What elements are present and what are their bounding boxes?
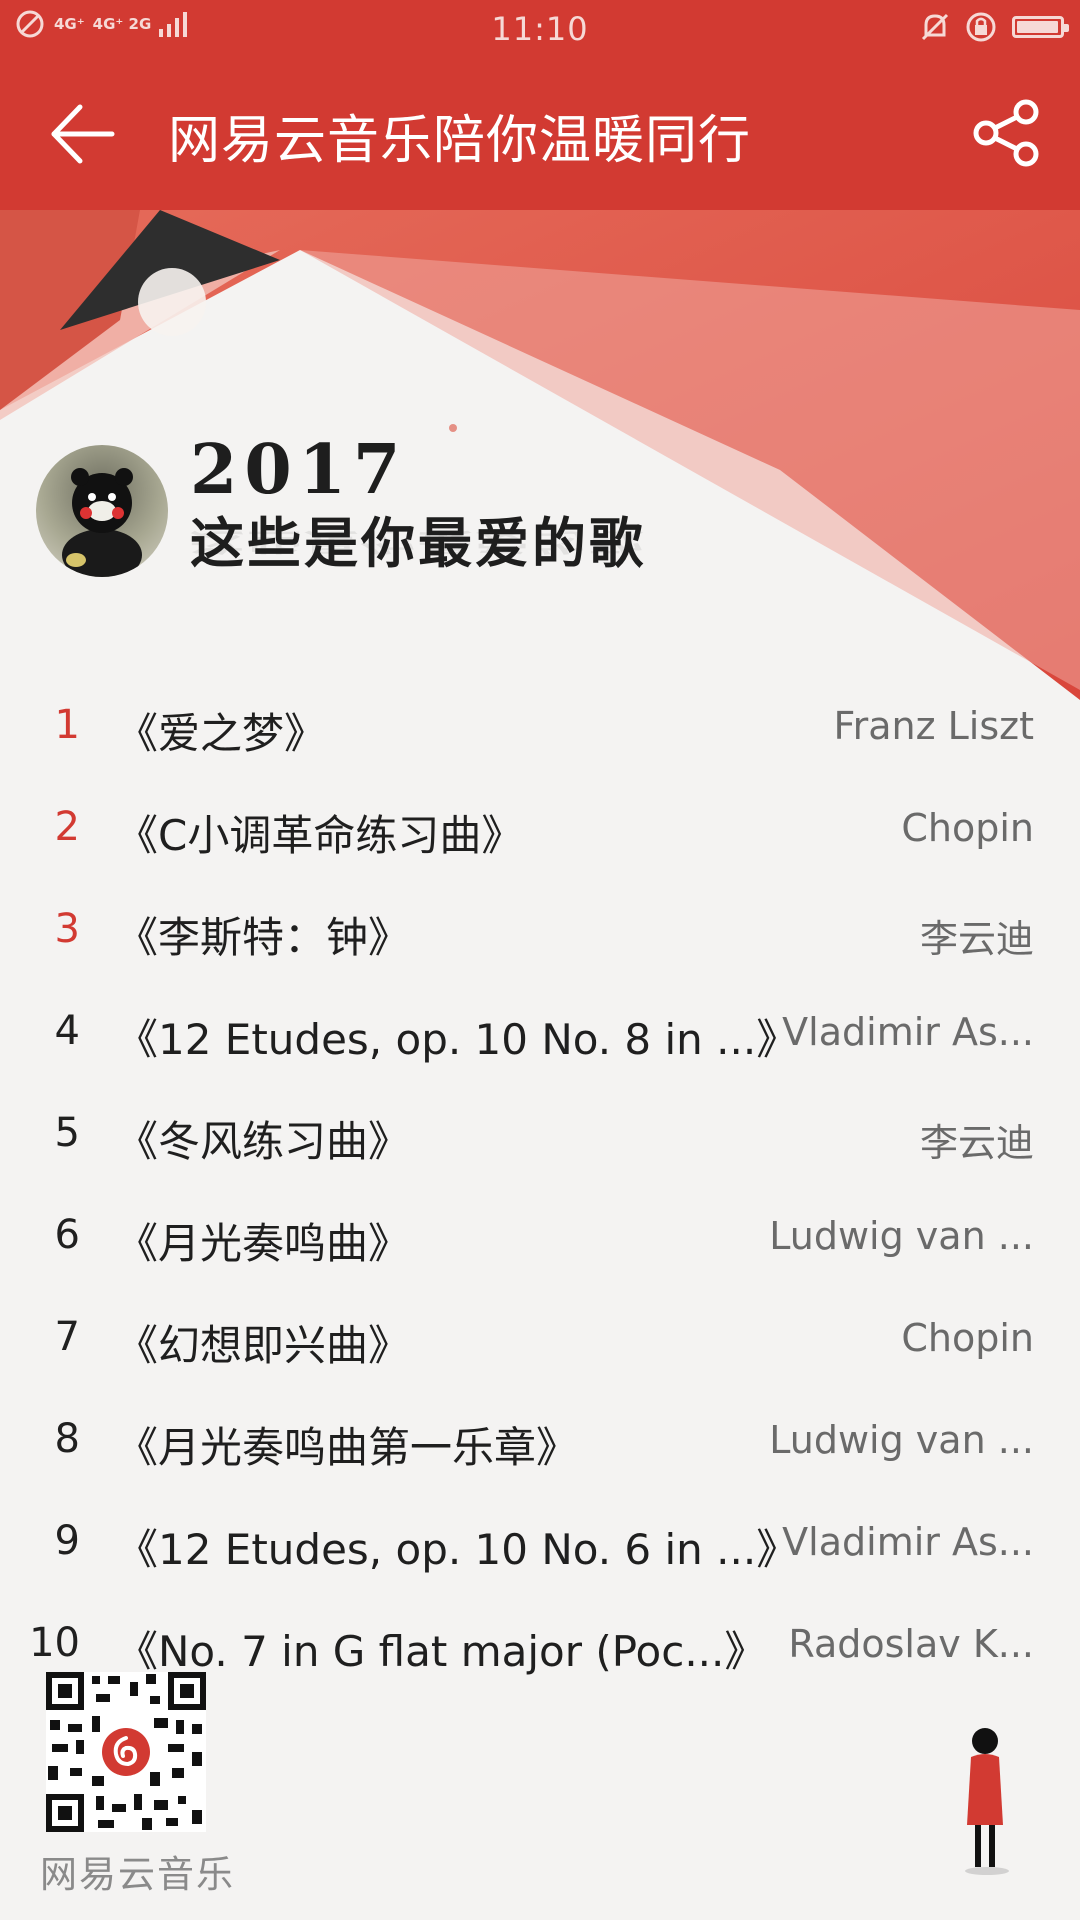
song-rank: 1 — [54, 702, 80, 748]
song-artist: Franz Liszt — [833, 704, 1034, 748]
song-row[interactable]: 7 《幻想即兴曲》 Chopin — [0, 1294, 1080, 1396]
song-rank: 9 — [54, 1518, 80, 1564]
song-title: 《12 Etudes, op. 10 No. 6 in ...》 — [116, 1525, 799, 1574]
share-button[interactable] — [972, 98, 1042, 168]
song-title: 《月光奏鸣曲第一乐章》 — [116, 1423, 579, 1472]
status-bar: 4G⁺ 4G⁺ 2G 11:10 — [0, 0, 1080, 56]
person-figure-icon — [965, 1728, 1009, 1875]
brand-name: 网易云音乐 — [40, 1853, 235, 1896]
song-artist: Vladimir As... — [782, 1520, 1034, 1564]
song-row[interactable]: 5 《冬风练习曲》 李云迪 — [0, 1090, 1080, 1192]
status-time: 11:10 — [491, 10, 589, 48]
battery-icon — [1012, 16, 1069, 38]
song-rank: 7 — [54, 1314, 80, 1360]
song-rank: 6 — [54, 1212, 80, 1258]
song-row[interactable]: 9 《12 Etudes, op. 10 No. 6 in ...》 Vladi… — [0, 1498, 1080, 1600]
song-artist: Radoslav K... — [788, 1622, 1034, 1666]
share-icon — [973, 99, 1039, 167]
qr-code-icon — [46, 1672, 206, 1832]
song-artist: Vladimir As... — [782, 1010, 1034, 1054]
mute-icon — [921, 13, 949, 41]
song-rank: 8 — [54, 1416, 80, 1462]
song-title: 《月光奏鸣曲》 — [116, 1219, 411, 1268]
song-rank: 10 — [29, 1620, 80, 1666]
title-bar: 网易云音乐陪你温暖同行 — [0, 56, 1080, 210]
rotation-lock-icon — [966, 12, 996, 42]
arrow-left-icon — [51, 104, 115, 164]
song-rank: 4 — [54, 1008, 80, 1054]
song-artist: Chopin — [901, 806, 1034, 850]
back-button[interactable] — [46, 101, 120, 167]
status-right — [920, 10, 1069, 44]
song-title: 《No. 7 in G flat major (Poc...》 — [116, 1627, 767, 1676]
song-rank: 5 — [54, 1110, 80, 1156]
song-title: 《C小调革命练习曲》 — [116, 811, 524, 860]
song-rank: 2 — [54, 804, 80, 850]
song-list: 1 《爱之梦》 Franz Liszt 2 《C小调革命练习曲》 Chopin … — [0, 682, 1080, 1702]
song-title: 《幻想即兴曲》 — [116, 1321, 411, 1370]
song-row[interactable]: 6 《月光奏鸣曲》 Ludwig van ... — [0, 1192, 1080, 1294]
song-row[interactable]: 3 《李斯特：钟》 李云迪 — [0, 886, 1080, 988]
song-rank: 3 — [54, 906, 80, 952]
song-title: 《12 Etudes, op. 10 No. 8 in ...》 — [116, 1015, 799, 1064]
song-artist: 李云迪 — [919, 917, 1034, 961]
song-artist: 李云迪 — [919, 1121, 1034, 1165]
song-title: 《冬风练习曲》 — [116, 1117, 411, 1166]
song-artist: Ludwig van ... — [769, 1418, 1034, 1462]
song-artist: Ludwig van ... — [769, 1214, 1034, 1258]
song-title: 《李斯特：钟》 — [116, 913, 411, 962]
subtitle-reflection: 这些是你最爱的歌 — [190, 527, 646, 557]
song-row[interactable]: 4 《12 Etudes, op. 10 No. 8 in ...》 Vladi… — [0, 988, 1080, 1090]
page-title: 网易云音乐陪你温暖同行 — [168, 111, 752, 171]
bear-avatar-image — [62, 468, 142, 577]
song-artist: Chopin — [901, 1316, 1034, 1360]
song-row[interactable]: 1 《爱之梦》 Franz Liszt — [0, 682, 1080, 784]
song-title: 《爱之梦》 — [116, 709, 327, 758]
avatar[interactable] — [36, 445, 168, 577]
song-row[interactable]: 8 《月光奏鸣曲第一乐章》 Ludwig van ... — [0, 1396, 1080, 1498]
song-row[interactable]: 2 《C小调革命练习曲》 Chopin — [0, 784, 1080, 886]
year-heading: 2017 — [190, 430, 408, 510]
